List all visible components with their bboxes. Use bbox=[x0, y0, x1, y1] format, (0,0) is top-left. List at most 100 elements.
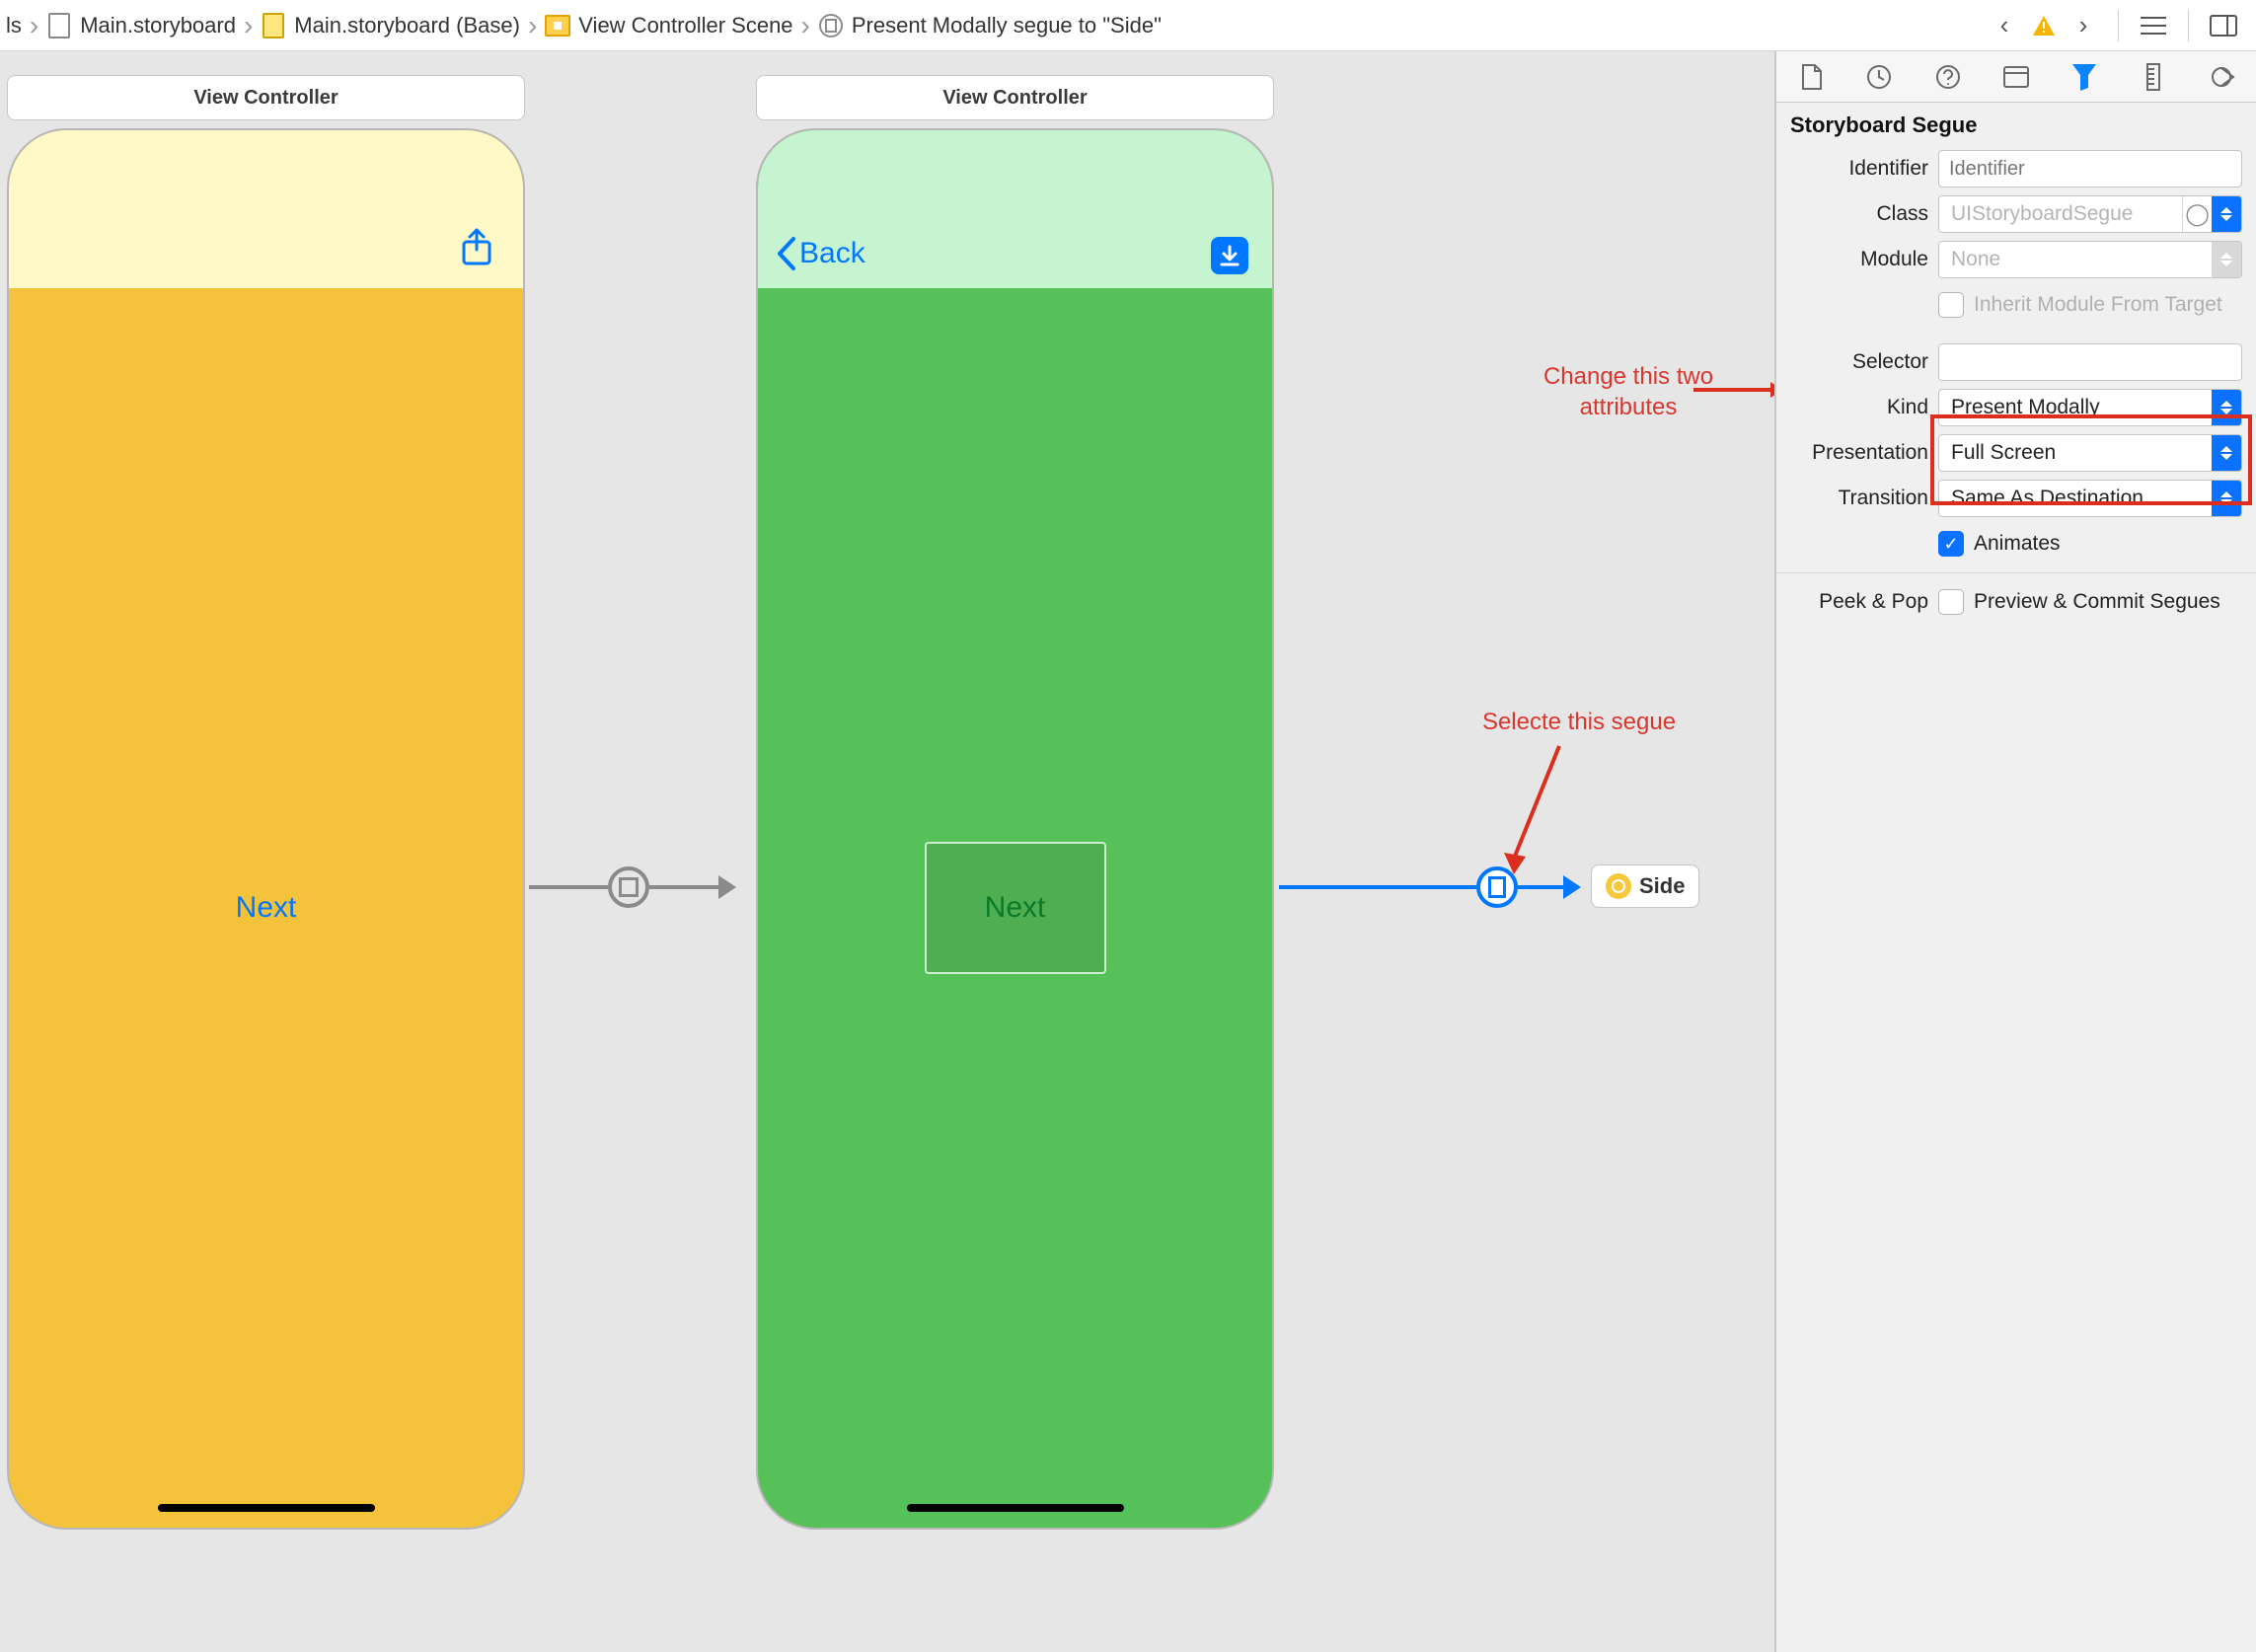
class-combo[interactable]: UIStoryboardSegue ◯ bbox=[1938, 195, 2242, 233]
vc2-title[interactable]: View Controller bbox=[756, 75, 1274, 120]
dropdown-caret-icon[interactable] bbox=[2212, 390, 2241, 425]
add-class-button[interactable]: ◯ bbox=[2182, 196, 2212, 232]
crumb-storyboard-base-label: Main.storyboard (Base) bbox=[294, 13, 520, 38]
breadcrumb-bar: ls › Main.storyboard › Main.storyboard (… bbox=[0, 0, 2256, 51]
animates-label: Animates bbox=[1974, 532, 2061, 556]
vc1-title[interactable]: View Controller bbox=[7, 75, 525, 120]
module-value: None bbox=[1939, 248, 2212, 271]
row-module: Module None bbox=[1776, 237, 2256, 282]
storyboard-canvas[interactable]: View Controller Next bbox=[0, 51, 1775, 1652]
vc-badge-icon bbox=[1606, 873, 1631, 899]
row-peek-pop: Peek & Pop Preview & Commit Segues bbox=[1776, 585, 2256, 619]
selector-label: Selector bbox=[1790, 350, 1928, 374]
chevron-right-icon: › bbox=[526, 10, 539, 41]
side-vc-label: Side bbox=[1639, 873, 1685, 899]
row-selector: Selector bbox=[1776, 339, 2256, 385]
segue-connector-1[interactable] bbox=[529, 866, 736, 908]
crumb-storyboard[interactable]: Main.storyboard bbox=[44, 9, 238, 42]
segue-kind-icon bbox=[608, 866, 649, 908]
divider bbox=[1776, 572, 2256, 573]
tab-size-inspector[interactable] bbox=[2133, 56, 2174, 98]
back-button-label: Back bbox=[799, 237, 865, 270]
transition-combo[interactable]: Same As Destination bbox=[1938, 480, 2242, 517]
dropdown-caret-icon[interactable] bbox=[2212, 481, 2241, 516]
phone-mock-2: Back Next bbox=[756, 128, 1274, 1530]
inherit-checkbox[interactable] bbox=[1938, 292, 1964, 318]
presentation-combo[interactable]: Full Screen bbox=[1938, 434, 2242, 472]
crumb-scene[interactable]: View Controller Scene bbox=[543, 9, 794, 42]
vc1-navbar bbox=[9, 130, 523, 288]
side-view-controller[interactable]: Side bbox=[1591, 864, 1699, 908]
chevron-right-icon: › bbox=[799, 10, 812, 41]
tab-help-inspector[interactable] bbox=[1927, 56, 1969, 98]
tab-connections-inspector[interactable] bbox=[2201, 56, 2242, 98]
presentation-value: Full Screen bbox=[1939, 441, 2212, 465]
selector-input[interactable] bbox=[1938, 343, 2242, 381]
outline-toggle-icon[interactable] bbox=[2137, 9, 2170, 42]
vc1-next-button[interactable]: Next bbox=[236, 891, 297, 925]
row-animates: Animates bbox=[1776, 527, 2256, 561]
vc2-next-button[interactable]: Next bbox=[985, 891, 1046, 925]
dropdown-caret-icon[interactable] bbox=[2212, 196, 2241, 232]
segue-icon bbox=[818, 13, 844, 38]
share-button[interactable] bbox=[460, 228, 493, 270]
crumb-storyboard-label: Main.storyboard bbox=[80, 13, 236, 38]
annotation-arrow-icon bbox=[1693, 366, 1775, 406]
panel-toggle-icon[interactable] bbox=[2207, 9, 2240, 42]
phone-mock-1: Next bbox=[7, 128, 525, 1530]
inherit-label: Inherit Module From Target bbox=[1974, 293, 2222, 317]
chevron-right-icon: › bbox=[28, 10, 40, 41]
peek-pop-checkbox[interactable] bbox=[1938, 589, 1964, 615]
identifier-label: Identifier bbox=[1790, 157, 1928, 181]
tab-identity-inspector[interactable] bbox=[1995, 56, 2037, 98]
crumb-scene-label: View Controller Scene bbox=[578, 13, 792, 38]
home-indicator-icon bbox=[907, 1504, 1124, 1512]
dropdown-caret-icon[interactable] bbox=[2212, 435, 2241, 471]
crumb-root[interactable]: ls bbox=[4, 9, 24, 42]
crumb-root-label: ls bbox=[6, 13, 22, 38]
divider bbox=[2188, 10, 2189, 41]
scene-icon bbox=[545, 13, 570, 38]
inspector-tabs bbox=[1776, 51, 2256, 103]
module-label: Module bbox=[1790, 248, 1928, 271]
topbar-right-controls: ‹ › bbox=[1988, 9, 2250, 42]
back-button[interactable]: Back bbox=[776, 237, 865, 270]
row-transition: Transition Same As Destination bbox=[1776, 476, 2256, 521]
animates-checkbox[interactable] bbox=[1938, 531, 1964, 557]
vc2-container-view[interactable]: Next bbox=[925, 842, 1106, 974]
main-split: View Controller Next bbox=[0, 51, 2256, 1652]
chevron-right-icon: › bbox=[242, 10, 255, 41]
warning-icon[interactable] bbox=[2027, 9, 2061, 42]
kind-combo[interactable]: Present Modally bbox=[1938, 389, 2242, 426]
tab-attributes-inspector[interactable] bbox=[2064, 56, 2105, 98]
nav-back-button[interactable]: ‹ bbox=[1988, 9, 2021, 42]
divider bbox=[2118, 10, 2119, 41]
module-combo[interactable]: None bbox=[1938, 241, 2242, 278]
annotation-select-segue-label: Selecte this segue bbox=[1482, 709, 1676, 735]
tab-file-inspector[interactable] bbox=[1790, 56, 1832, 98]
annotation-arrow-icon bbox=[1500, 742, 1579, 880]
row-presentation: Presentation Full Screen bbox=[1776, 430, 2256, 476]
identifier-input[interactable] bbox=[1938, 150, 2242, 188]
ib-file-icon bbox=[261, 13, 286, 38]
nav-forward-button[interactable]: › bbox=[2067, 9, 2100, 42]
crumb-storyboard-base[interactable]: Main.storyboard (Base) bbox=[259, 9, 522, 42]
class-label: Class bbox=[1790, 202, 1928, 226]
class-value: UIStoryboardSegue bbox=[1939, 202, 2182, 226]
dropdown-caret-icon[interactable] bbox=[2212, 242, 2241, 277]
view-controller-2[interactable]: View Controller Back bbox=[756, 75, 1274, 1530]
breadcrumbs: ls › Main.storyboard › Main.storyboard (… bbox=[0, 9, 1988, 42]
crumb-segue-label: Present Modally segue to "Side" bbox=[852, 13, 1162, 38]
peek-pop-label: Peek & Pop bbox=[1790, 590, 1928, 614]
tab-history-inspector[interactable] bbox=[1858, 56, 1900, 98]
section-title: Storyboard Segue bbox=[1776, 103, 2256, 146]
download-button[interactable] bbox=[1211, 237, 1248, 274]
row-kind: Kind Present Modally bbox=[1776, 385, 2256, 430]
crumb-segue[interactable]: Present Modally segue to "Side" bbox=[816, 9, 1164, 42]
vc2-navbar: Back bbox=[758, 130, 1272, 288]
kind-value: Present Modally bbox=[1939, 396, 2212, 419]
transition-value: Same As Destination bbox=[1939, 487, 2212, 510]
row-identifier: Identifier bbox=[1776, 146, 2256, 191]
view-controller-1[interactable]: View Controller Next bbox=[7, 75, 525, 1530]
row-class: Class UIStoryboardSegue ◯ bbox=[1776, 191, 2256, 237]
